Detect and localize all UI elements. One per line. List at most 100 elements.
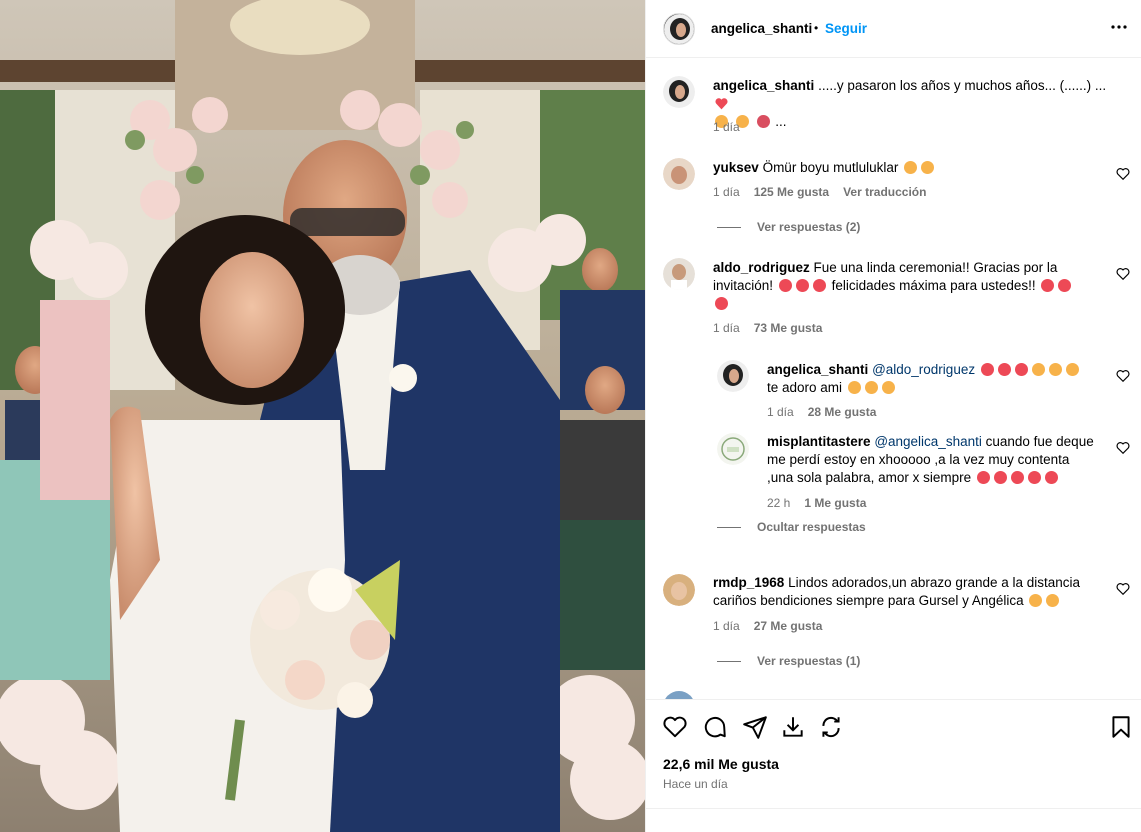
comment-body: Ömür boyu mutluluklar <box>762 160 899 175</box>
like-heart-icon[interactable] <box>662 714 688 740</box>
reply-time: 22 h <box>767 496 791 510</box>
avatar[interactable] <box>663 13 695 45</box>
comment-username[interactable]: yuksev <box>713 160 759 175</box>
reply-meta: 22 h 1 Me gusta <box>767 496 866 510</box>
caption-username[interactable]: angelica_shanti <box>713 78 814 93</box>
comment-username[interactable]: aldo_rodriguez <box>713 260 810 275</box>
post-photo[interactable] <box>0 0 645 832</box>
emoji-icon <box>756 115 770 128</box>
comment-meta: 1 día 73 Me gusta <box>713 321 822 335</box>
translate-link[interactable]: Ver traducción <box>843 185 926 199</box>
comment-time: 1 día <box>713 619 740 633</box>
avatar[interactable] <box>663 158 695 190</box>
kiss-emoji-icon <box>1046 594 1060 607</box>
follow-button[interactable]: Seguir <box>825 21 867 36</box>
likes-count[interactable]: 22,6 mil Me gusta <box>663 756 779 772</box>
reply-username[interactable]: angelica_shanti <box>767 362 868 377</box>
reply-username[interactable]: misplantitastere <box>767 434 871 449</box>
reply-meta: 1 día 28 Me gusta <box>767 405 876 419</box>
comment-likes[interactable]: 73 Me gusta <box>754 321 823 335</box>
comment-text: rmdp_1968 Lindos adorados,un abrazo gran… <box>713 574 1113 610</box>
like-comment-icon[interactable] <box>1116 167 1130 181</box>
heart-emoji-icon <box>1041 279 1055 292</box>
heart-emoji-icon <box>795 279 809 292</box>
view-replies-button[interactable]: Ver respuestas (2) <box>717 220 860 234</box>
comment-body: invitación! <box>713 278 774 293</box>
comment-body: Lindos adorados,un abrazo grande a la di… <box>788 575 1081 590</box>
avatar[interactable] <box>663 76 695 108</box>
reply-likes[interactable]: 28 Me gusta <box>808 405 877 419</box>
heart-eyes-emoji-icon <box>864 381 878 394</box>
reply-body: cuando fue deque <box>985 434 1094 449</box>
save-bookmark-icon[interactable] <box>1108 714 1134 740</box>
avatar[interactable] <box>663 574 695 606</box>
heart-eyes-emoji-icon <box>904 161 918 174</box>
comment-text: aldo_rodriguez Fue una linda ceremonia!!… <box>713 259 1113 313</box>
heart-eyes-emoji-icon <box>1031 363 1045 376</box>
kiss-emoji-icon <box>1029 594 1043 607</box>
comment-time: 1 día <box>713 185 740 199</box>
heart-eyes-emoji-icon <box>847 381 861 394</box>
heart-emoji-icon <box>715 97 728 110</box>
separator-dot: • <box>814 21 819 35</box>
like-comment-icon[interactable] <box>1116 582 1130 596</box>
comment-time: 1 día <box>713 321 740 335</box>
mention-link[interactable]: @aldo_rodriguez <box>872 362 975 377</box>
heart-emoji-icon <box>715 297 728 310</box>
heart-emoji-icon <box>778 279 792 292</box>
mention-link[interactable]: @angelica_shanti <box>874 434 982 449</box>
add-comment-area[interactable] <box>646 808 1141 832</box>
comments-list[interactable]: angelica_shanti .....y pasaron los años … <box>646 59 1141 699</box>
heart-emoji-icon <box>997 363 1011 376</box>
comment-likes[interactable]: 125 Me gusta <box>754 185 829 199</box>
comment-body: Fue una linda ceremonia!! Gracias por la <box>813 260 1058 275</box>
heart-emoji-icon <box>993 471 1007 484</box>
download-icon[interactable] <box>780 714 806 740</box>
reply-body: ,una sola palabra, amor x siempre <box>767 470 972 485</box>
reply-body: me perdí estoy en xhooooo ,a la vez muy … <box>767 452 1070 467</box>
heart-emoji-icon <box>812 279 826 292</box>
comment-username[interactable]: rmdp_1968 <box>713 575 784 590</box>
comment-body: felicidades máxima para ustedes!! <box>831 278 1036 293</box>
avatar[interactable] <box>663 258 695 290</box>
heart-eyes-emoji-icon <box>1065 363 1079 376</box>
avatar-image <box>664 14 694 44</box>
heart-emoji-icon <box>1010 471 1024 484</box>
heart-eyes-emoji-icon <box>921 161 935 174</box>
avatar[interactable] <box>717 433 749 465</box>
share-icon[interactable] <box>742 714 768 740</box>
wedding-photo <box>0 0 645 832</box>
avatar[interactable] <box>663 691 695 699</box>
caption-body: .....y pasaron los años y muchos años...… <box>818 78 1107 93</box>
heart-emoji-icon <box>1044 471 1058 484</box>
avatar[interactable] <box>717 360 749 392</box>
like-comment-icon[interactable] <box>1116 369 1130 383</box>
heart-emoji-icon <box>1058 279 1072 292</box>
view-replies-label: Ver respuestas (1) <box>757 654 861 668</box>
comment-body: cariños bendiciones siempre para Gursel … <box>713 593 1024 608</box>
reply-body: te adoro ami <box>767 380 843 395</box>
post-age: Hace un día <box>663 777 728 791</box>
reply-likes[interactable]: 1 Me gusta <box>804 496 866 510</box>
post-header: angelica_shanti • Seguir <box>646 0 1141 58</box>
comment-meta: 1 día 27 Me gusta <box>713 619 822 633</box>
like-comment-icon[interactable] <box>1116 267 1130 281</box>
post-panel: angelica_shanti • Seguir angelica_shanti… <box>645 0 1141 832</box>
reply-text: misplantitastere @angelica_shanti cuando… <box>767 433 1107 487</box>
repost-icon[interactable] <box>818 714 844 740</box>
action-bar: 22,6 mil Me gusta Hace un día <box>646 699 1141 808</box>
view-replies-button[interactable]: Ver respuestas (1) <box>717 654 860 668</box>
like-comment-icon[interactable] <box>1116 441 1130 455</box>
heart-emoji-icon <box>980 363 994 376</box>
heart-eyes-emoji-icon <box>1048 363 1062 376</box>
more-options-icon[interactable] <box>1110 18 1128 39</box>
caption-time: 1 día <box>713 120 740 134</box>
heart-emoji-icon <box>1014 363 1028 376</box>
hide-replies-button[interactable]: Ocultar respuestas <box>717 520 866 534</box>
post-username[interactable]: angelica_shanti <box>711 21 812 36</box>
heart-eyes-emoji-icon <box>881 381 895 394</box>
view-replies-label: Ver respuestas (2) <box>757 220 861 234</box>
comment-text: yuksev Ömür boyu mutluluklar <box>713 159 1103 177</box>
comment-icon[interactable] <box>702 714 728 740</box>
comment-likes[interactable]: 27 Me gusta <box>754 619 823 633</box>
